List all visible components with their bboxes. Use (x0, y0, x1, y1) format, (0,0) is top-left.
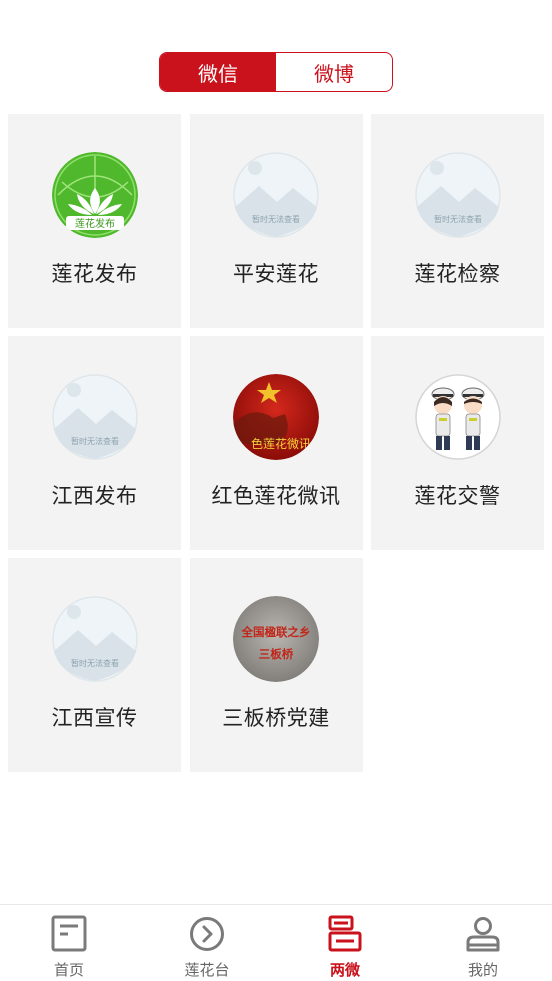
user-icon (466, 917, 500, 952)
placeholder-image-avatar: 暂时无法查看 (51, 596, 138, 682)
account-name: 莲花检察 (414, 262, 501, 286)
lotus-logo-avatar: 莲花发布 (51, 152, 138, 238)
nav-item-lianhuatai[interactable]: 莲花台 (138, 905, 276, 981)
nav-label: 首页 (53, 961, 84, 979)
account-name: 红色莲花微讯 (211, 484, 341, 508)
plaque-line-1: 全国楹联之乡 (241, 625, 311, 639)
account-name: 莲花发布 (51, 262, 138, 286)
account-card[interactable]: 暂时无法查看 莲花检察 (371, 114, 544, 328)
red-star-photo-avatar: 色莲花微讯 (233, 374, 319, 460)
plaque-line-2: 三板桥 (259, 647, 294, 661)
account-card[interactable]: 暂时无法查看 江西宣传 (8, 558, 181, 772)
tab-wechat[interactable]: 微信 (160, 53, 276, 91)
account-name: 莲花交警 (414, 484, 501, 508)
lotus-logo-text: 莲花发布 (75, 217, 115, 230)
nav-label: 两微 (329, 961, 360, 979)
traffic-police-cartoon-avatar (414, 374, 501, 460)
stone-plaque-avatar: 全国楹联之乡 三板桥 (233, 596, 319, 682)
page: 微信 微博 莲花发布 莲花发布 暂时无法查看 平安莲花 暂时无法查看 莲花检察 … (0, 0, 552, 981)
placeholder-image-avatar: 暂时无法查看 (51, 374, 138, 460)
placeholder-image-avatar: 暂时无法查看 (414, 152, 501, 238)
tab-weibo[interactable]: 微博 (276, 53, 392, 91)
account-card[interactable]: 暂时无法查看 平安莲花 (189, 114, 363, 328)
placeholder-text: 暂时无法查看 (434, 214, 482, 224)
account-name: 平安莲花 (233, 262, 319, 286)
account-grid: 莲花发布 莲花发布 暂时无法查看 平安莲花 暂时无法查看 莲花检察 暂时无法查看… (8, 114, 544, 772)
nav-label: 莲花台 (184, 961, 230, 979)
account-card[interactable]: 色莲花微讯 红色莲花微讯 (189, 336, 363, 550)
account-name: 江西宣传 (51, 706, 138, 730)
home-doc-icon (51, 915, 87, 952)
placeholder-image-avatar: 暂时无法查看 (233, 152, 319, 238)
account-name: 三板桥党建 (222, 706, 330, 730)
platform-switch: 微信 微博 (159, 52, 393, 92)
nav-item-mine[interactable]: 我的 (414, 905, 552, 981)
nav-label: 我的 (467, 961, 498, 979)
nav-item-liangwei[interactable]: 两微 (276, 905, 414, 981)
play-circle-icon (190, 917, 224, 951)
red-star-photo-text: 色莲花微讯 (251, 436, 311, 451)
placeholder-text: 暂时无法查看 (71, 658, 119, 668)
placeholder-text: 暂时无法查看 (71, 436, 119, 446)
account-card[interactable]: 全国楹联之乡 三板桥 三板桥党建 (189, 558, 363, 772)
bottom-nav: 首页 莲花台 两微 我的 (0, 904, 552, 981)
account-card[interactable]: 暂时无法查看 江西发布 (8, 336, 181, 550)
weibo-wechat-icon (328, 915, 362, 952)
account-card[interactable]: 莲花交警 (371, 336, 544, 550)
nav-item-home[interactable]: 首页 (0, 905, 138, 981)
account-name: 江西发布 (51, 484, 138, 508)
placeholder-text: 暂时无法查看 (252, 214, 300, 224)
account-card[interactable]: 莲花发布 莲花发布 (8, 114, 181, 328)
